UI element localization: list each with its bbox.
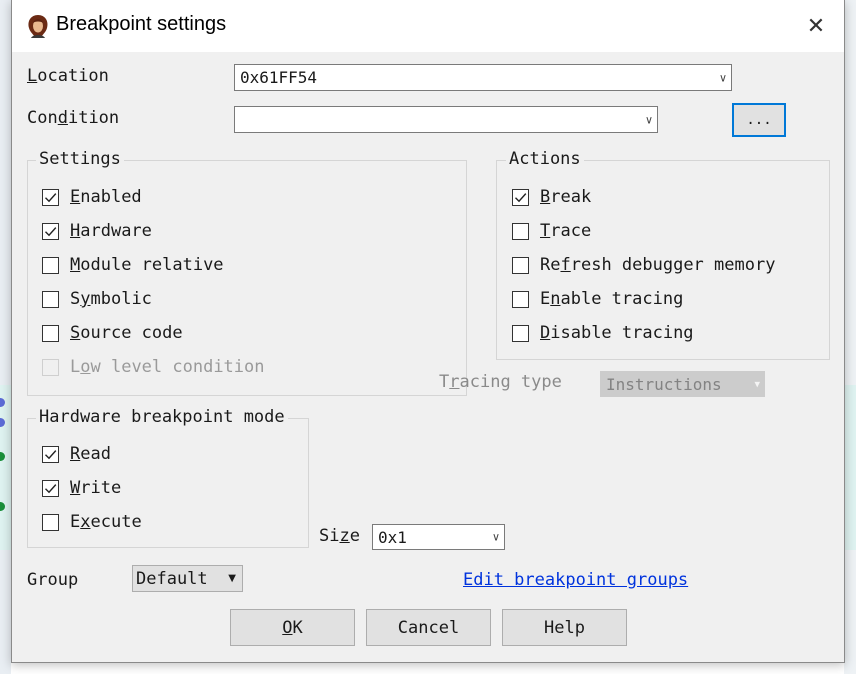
write-label: Write bbox=[70, 478, 122, 498]
actions-group-title: Actions bbox=[506, 149, 584, 169]
checkmark-icon bbox=[515, 192, 527, 202]
close-button[interactable]: ✕ bbox=[788, 0, 844, 52]
background-app-left-band bbox=[0, 385, 11, 550]
size-value: 0x1 bbox=[378, 527, 407, 547]
size-combobox[interactable]: 0x1 ∨ bbox=[372, 524, 505, 550]
execute-label: Execute bbox=[70, 512, 142, 532]
read-checkbox[interactable]: Read bbox=[42, 444, 111, 464]
close-icon: ✕ bbox=[806, 13, 826, 39]
checkmark-icon bbox=[45, 483, 57, 493]
enable-tracing-label: Enable tracing bbox=[540, 289, 684, 309]
module-relative-label: Module relative bbox=[70, 255, 224, 275]
hardware-breakpoint-mode-title: Hardware breakpoint mode bbox=[36, 407, 288, 427]
trace-label: Trace bbox=[540, 221, 592, 241]
location-label: Location bbox=[27, 66, 109, 86]
checkbox-box bbox=[42, 358, 59, 376]
checkbox-box[interactable] bbox=[42, 188, 59, 206]
help-button-label: Help bbox=[544, 617, 585, 638]
checkbox-box[interactable] bbox=[512, 188, 529, 206]
symbolic-label: Symbolic bbox=[70, 289, 152, 309]
disable-tracing-checkbox[interactable]: Disable tracing bbox=[512, 323, 694, 343]
write-checkbox[interactable]: Write bbox=[42, 478, 121, 498]
background-app-right-edge bbox=[844, 0, 856, 674]
title-bar[interactable]: Breakpoint settings ✕ bbox=[12, 0, 844, 52]
cancel-button[interactable]: Cancel bbox=[366, 609, 491, 646]
condition-browse-button[interactable]: ... bbox=[732, 103, 786, 137]
checkbox-box[interactable] bbox=[512, 324, 529, 342]
checkbox-box[interactable] bbox=[42, 445, 59, 463]
group-value: Default bbox=[136, 568, 208, 589]
app-logo-icon bbox=[28, 15, 48, 38]
ok-button-label: OK bbox=[282, 617, 303, 638]
group-dropdown[interactable]: Default ▼ bbox=[132, 565, 243, 592]
source-code-label: Source code bbox=[70, 323, 183, 343]
browse-button-label: ... bbox=[746, 112, 772, 128]
checkbox-box[interactable] bbox=[42, 479, 59, 497]
condition-combobox[interactable]: ∨ bbox=[234, 106, 658, 133]
hardware-label: Hardware bbox=[70, 221, 152, 241]
location-combobox[interactable]: 0x61FF54 ∨ bbox=[234, 64, 732, 91]
checkbox-box[interactable] bbox=[512, 256, 529, 274]
ok-button[interactable]: OK bbox=[230, 609, 355, 646]
hardware-checkbox[interactable]: Hardware bbox=[42, 221, 152, 241]
symbolic-checkbox[interactable]: Symbolic bbox=[42, 289, 152, 309]
chevron-down-icon: ∨ bbox=[644, 113, 653, 126]
checkbox-box[interactable] bbox=[42, 324, 59, 342]
breakpoint-settings-dialog: Breakpoint settings ✕ Location 0x61FF54 … bbox=[11, 0, 845, 663]
chevron-down-icon: ▾ bbox=[754, 377, 760, 391]
low-level-condition-checkbox: Low level condition bbox=[42, 357, 265, 377]
refresh-debugger-memory-checkbox[interactable]: Refresh debugger memory bbox=[512, 255, 775, 275]
tracing-type-label: Tracing type bbox=[439, 372, 562, 392]
checkbox-box[interactable] bbox=[42, 222, 59, 240]
checkbox-box[interactable] bbox=[42, 256, 59, 274]
trace-checkbox[interactable]: Trace bbox=[512, 221, 591, 241]
chevron-down-icon: ∨ bbox=[491, 530, 500, 544]
checkbox-box[interactable] bbox=[42, 513, 59, 531]
size-label: Size bbox=[319, 526, 360, 546]
tracing-type-combobox: Instructions ▾ bbox=[600, 371, 765, 397]
checkbox-box[interactable] bbox=[512, 222, 529, 240]
settings-group-title: Settings bbox=[36, 149, 124, 169]
dialog-title: Breakpoint settings bbox=[56, 13, 227, 35]
checkbox-box[interactable] bbox=[512, 290, 529, 308]
group-label: Group bbox=[27, 570, 79, 590]
break-checkbox[interactable]: Break bbox=[512, 187, 591, 207]
caret-down-icon: ▼ bbox=[228, 573, 236, 584]
location-value: 0x61FF54 bbox=[240, 68, 318, 87]
checkmark-icon bbox=[45, 226, 57, 236]
cancel-button-label: Cancel bbox=[397, 617, 460, 638]
execute-checkbox[interactable]: Execute bbox=[42, 512, 142, 532]
enable-tracing-checkbox[interactable]: Enable tracing bbox=[512, 289, 683, 309]
module-relative-checkbox[interactable]: Module relative bbox=[42, 255, 224, 275]
background-app-right-band bbox=[844, 385, 856, 550]
checkmark-icon bbox=[45, 192, 57, 202]
disable-tracing-label: Disable tracing bbox=[540, 323, 694, 343]
condition-label: Condition bbox=[27, 108, 120, 128]
break-label: Break bbox=[540, 187, 592, 207]
read-label: Read bbox=[70, 444, 111, 464]
low-level-condition-label: Low level condition bbox=[70, 357, 265, 377]
tracing-type-value: Instructions bbox=[606, 374, 722, 394]
enabled-label: Enabled bbox=[70, 187, 142, 207]
background-app-left-edge bbox=[0, 0, 11, 674]
chevron-down-icon: ∨ bbox=[718, 71, 727, 84]
edit-breakpoint-groups-link[interactable]: Edit breakpoint groups bbox=[463, 570, 688, 590]
refresh-debugger-memory-label: Refresh debugger memory bbox=[540, 255, 776, 275]
checkbox-box[interactable] bbox=[42, 290, 59, 308]
checkmark-icon bbox=[45, 449, 57, 459]
source-code-checkbox[interactable]: Source code bbox=[42, 323, 183, 343]
help-button[interactable]: Help bbox=[502, 609, 627, 646]
enabled-checkbox[interactable]: Enabled bbox=[42, 187, 142, 207]
